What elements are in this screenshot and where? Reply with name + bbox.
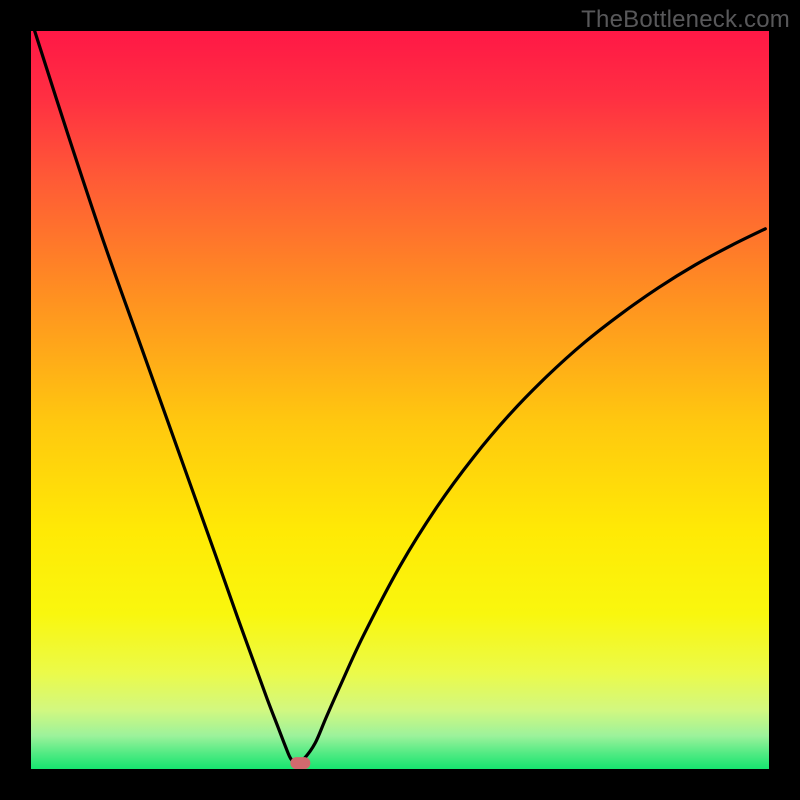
plot-area — [31, 31, 769, 769]
optimal-point-marker — [290, 757, 310, 769]
chart-frame: TheBottleneck.com — [0, 0, 800, 800]
watermark-text: TheBottleneck.com — [581, 6, 790, 34]
chart-svg — [31, 31, 769, 769]
gradient-background — [31, 31, 769, 769]
